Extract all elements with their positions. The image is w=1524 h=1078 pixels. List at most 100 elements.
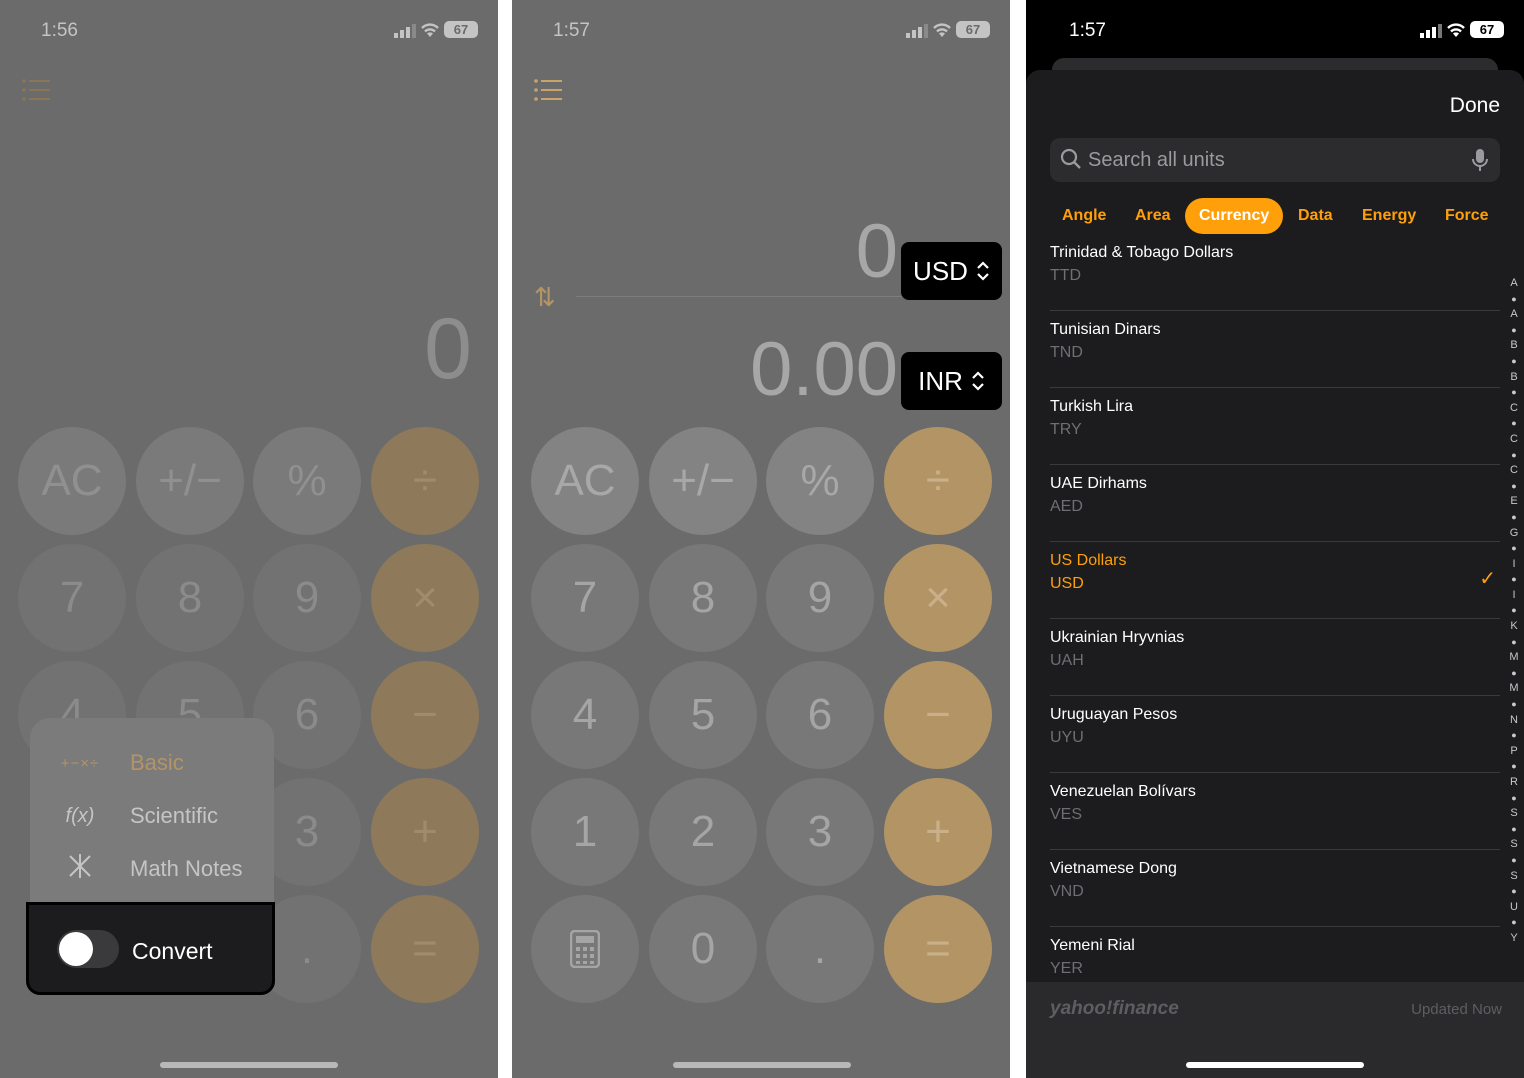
- add-button[interactable]: +: [884, 778, 992, 886]
- list-item[interactable]: Uruguayan Pesos UYU: [1050, 696, 1500, 773]
- index-dot[interactable]: ●: [1511, 635, 1516, 651]
- index-letter[interactable]: G: [1510, 526, 1519, 542]
- index-dot[interactable]: ●: [1511, 666, 1516, 682]
- clear-button[interactable]: AC: [531, 427, 639, 535]
- swap-arrows-icon[interactable]: ⇅: [534, 282, 556, 313]
- index-dot[interactable]: ●: [1511, 884, 1516, 900]
- percent-button[interactable]: %: [253, 427, 361, 535]
- subtract-button[interactable]: −: [884, 661, 992, 769]
- digit-4-button[interactable]: 4: [531, 661, 639, 769]
- list-item[interactable]: Vietnamese Dong VND: [1050, 850, 1500, 927]
- index-dot[interactable]: ●: [1511, 323, 1516, 339]
- digit-7-button[interactable]: 7: [18, 544, 126, 652]
- index-dot[interactable]: ●: [1511, 822, 1516, 838]
- divide-button[interactable]: ÷: [884, 427, 992, 535]
- equals-button[interactable]: =: [371, 895, 479, 1003]
- home-indicator[interactable]: [673, 1062, 851, 1068]
- percent-button[interactable]: %: [766, 427, 874, 535]
- index-letter[interactable]: K: [1510, 619, 1517, 635]
- target-currency-picker[interactable]: INR: [901, 352, 1002, 410]
- index-dot[interactable]: ●: [1511, 697, 1516, 713]
- index-dot[interactable]: ●: [1511, 479, 1516, 495]
- list-item[interactable]: Venezuelan Bolívars VES: [1050, 773, 1500, 850]
- calculator-mode-button[interactable]: [531, 895, 639, 1003]
- index-letter[interactable]: M: [1509, 681, 1518, 697]
- index-dot[interactable]: ●: [1511, 510, 1516, 526]
- index-dot[interactable]: ●: [1511, 791, 1516, 807]
- add-button[interactable]: +: [371, 778, 479, 886]
- search-field[interactable]: Search all units: [1050, 138, 1500, 182]
- list-item[interactable]: Tunisian Dinars TND: [1050, 311, 1500, 388]
- index-letter[interactable]: P: [1510, 744, 1517, 760]
- index-letter[interactable]: R: [1510, 775, 1518, 791]
- index-dot[interactable]: ●: [1511, 853, 1516, 869]
- equals-button[interactable]: =: [884, 895, 992, 1003]
- index-letter[interactable]: A: [1510, 307, 1517, 323]
- index-dot[interactable]: ●: [1511, 759, 1516, 775]
- clear-button[interactable]: AC: [18, 427, 126, 535]
- index-letter[interactable]: Y: [1510, 931, 1517, 947]
- digit-6-button[interactable]: 6: [766, 661, 874, 769]
- multiply-button[interactable]: ×: [371, 544, 479, 652]
- digit-7-button[interactable]: 7: [531, 544, 639, 652]
- source-currency-picker[interactable]: USD: [901, 242, 1002, 300]
- home-indicator[interactable]: [160, 1062, 338, 1068]
- index-dot[interactable]: ●: [1511, 385, 1516, 401]
- index-letter[interactable]: A: [1510, 276, 1517, 292]
- digit-3-button[interactable]: 3: [766, 778, 874, 886]
- index-dot[interactable]: ●: [1511, 416, 1516, 432]
- digit-0-button[interactable]: 0: [649, 895, 757, 1003]
- microphone-icon[interactable]: [1472, 148, 1488, 172]
- index-letter[interactable]: B: [1510, 338, 1517, 354]
- index-dot[interactable]: ●: [1511, 572, 1516, 588]
- digit-2-button[interactable]: 2: [649, 778, 757, 886]
- tab-force[interactable]: Force: [1431, 198, 1503, 234]
- sign-toggle-button[interactable]: +/−: [136, 427, 244, 535]
- sign-toggle-button[interactable]: +/−: [649, 427, 757, 535]
- multiply-button[interactable]: ×: [884, 544, 992, 652]
- convert-toggle[interactable]: [57, 930, 119, 968]
- tab-angle[interactable]: Angle: [1048, 198, 1120, 234]
- menu-item-scientific[interactable]: f(x) Scientific: [30, 791, 274, 841]
- index-letter[interactable]: S: [1510, 837, 1517, 853]
- index-dot[interactable]: ●: [1511, 603, 1516, 619]
- subtract-button[interactable]: −: [371, 661, 479, 769]
- list-item[interactable]: Turkish Lira TRY: [1050, 388, 1500, 465]
- tab-data[interactable]: Data: [1284, 198, 1347, 234]
- list-item[interactable]: UAE Dirhams AED: [1050, 465, 1500, 542]
- list-item[interactable]: Trinidad & Tobago Dollars TTD: [1050, 234, 1500, 311]
- index-letter[interactable]: C: [1510, 401, 1518, 417]
- convert-toggle-row[interactable]: Convert: [26, 902, 275, 995]
- alphabet-index-scrubber[interactable]: A ● A ● B ● B ● C ● C ● C ● E ● G ● I ● I ● K ● M ● M ● N ● P ● R ● S ● S ● S ●…: [1508, 276, 1520, 947]
- index-letter[interactable]: I: [1512, 557, 1515, 573]
- menu-item-math-notes[interactable]: Math Notes: [30, 844, 274, 894]
- digit-8-button[interactable]: 8: [649, 544, 757, 652]
- tab-area[interactable]: Area: [1121, 198, 1185, 234]
- index-letter[interactable]: S: [1510, 806, 1517, 822]
- done-button[interactable]: Done: [1450, 94, 1500, 118]
- list-item-selected[interactable]: US Dollars USD ✓: [1050, 542, 1500, 619]
- index-letter[interactable]: I: [1512, 588, 1515, 604]
- index-letter[interactable]: B: [1510, 370, 1517, 386]
- home-indicator[interactable]: [1186, 1062, 1364, 1068]
- tab-currency[interactable]: Currency: [1185, 198, 1284, 234]
- search-input[interactable]: Search all units: [1088, 149, 1225, 172]
- digit-9-button[interactable]: 9: [766, 544, 874, 652]
- index-letter[interactable]: M: [1509, 650, 1518, 666]
- index-dot[interactable]: ●: [1511, 448, 1516, 464]
- index-letter[interactable]: C: [1510, 432, 1518, 448]
- list-icon[interactable]: [22, 78, 50, 102]
- index-dot[interactable]: ●: [1511, 354, 1516, 370]
- index-letter[interactable]: U: [1510, 900, 1518, 916]
- digit-5-button[interactable]: 5: [649, 661, 757, 769]
- digit-8-button[interactable]: 8: [136, 544, 244, 652]
- menu-item-basic[interactable]: +−×÷ Basic: [30, 738, 274, 788]
- index-dot[interactable]: ●: [1511, 541, 1516, 557]
- index-letter[interactable]: N: [1510, 713, 1518, 729]
- index-dot[interactable]: ●: [1511, 292, 1516, 308]
- index-letter[interactable]: C: [1510, 463, 1518, 479]
- divide-button[interactable]: ÷: [371, 427, 479, 535]
- index-letter[interactable]: S: [1510, 869, 1517, 885]
- index-letter[interactable]: E: [1510, 494, 1517, 510]
- list-icon[interactable]: [534, 78, 562, 102]
